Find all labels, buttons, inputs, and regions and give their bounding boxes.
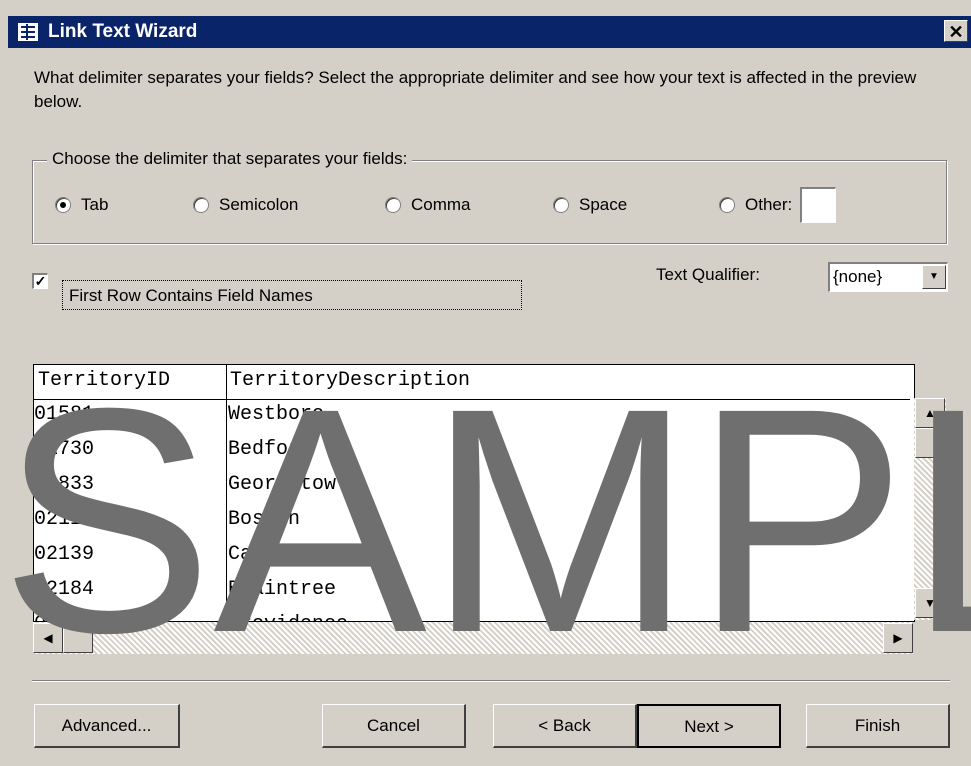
text-qualifier-select[interactable]: {none} ▼	[828, 262, 948, 292]
cell-description: Boston	[228, 508, 301, 531]
app-icon	[18, 23, 38, 41]
cell-id: 02139	[34, 543, 95, 566]
radio-semicolon-circle[interactable]	[193, 197, 209, 213]
text-qualifier-value: {none}	[833, 267, 883, 286]
window-title: Link Text Wizard	[48, 21, 198, 42]
cell-description: Providence	[228, 613, 348, 621]
close-button[interactable]: ✕	[944, 20, 968, 42]
cell-description: Cambridge	[228, 543, 337, 566]
scroll-right-icon[interactable]: ▶	[883, 623, 913, 653]
radio-tab-circle[interactable]	[55, 197, 71, 213]
radio-space-label: Space	[579, 195, 628, 214]
first-row-checkbox-label: First Row Contains Field Names	[62, 280, 522, 310]
delimiter-groupbox: Choose the delimiter that separates your…	[32, 149, 947, 244]
preview-grid: TerritoryID TerritoryDescription 01581 W…	[33, 364, 915, 622]
radio-comma-circle[interactable]	[385, 197, 401, 213]
radio-space[interactable]: Space	[553, 195, 627, 215]
cell-id: 02903	[34, 613, 94, 621]
scroll-left-icon[interactable]: ◀	[33, 623, 63, 653]
cell-id: 02184	[34, 578, 95, 601]
instructions-text: What delimiter separates your fields? Se…	[34, 68, 917, 111]
cell-description: Bedford	[228, 438, 313, 461]
advanced-button[interactable]: Advanced...	[34, 704, 180, 748]
cell-description: Westboro	[228, 403, 325, 426]
cell-id: 02116	[34, 508, 95, 531]
title-bar: Link Text Wizard ✕	[8, 16, 971, 48]
first-row-checkbox[interactable]: ✓	[32, 273, 48, 289]
cell-description: Braintree	[228, 578, 337, 601]
first-row-checkbox-row[interactable]: ✓ First Row Contains Field Names	[32, 262, 522, 310]
finish-button[interactable]: Finish	[806, 704, 950, 748]
radio-comma-label: Comma	[411, 195, 471, 214]
cell-description: Georgetow	[228, 473, 337, 496]
text-qualifier-label: Text Qualifier:	[656, 265, 760, 284]
radio-other[interactable]: Other:	[719, 187, 837, 223]
radio-tab-label: Tab	[81, 195, 109, 214]
vertical-scroll-thumb[interactable]	[915, 428, 945, 458]
next-button[interactable]: Next >	[637, 704, 781, 748]
radio-tab[interactable]: Tab	[55, 195, 108, 215]
radio-other-circle[interactable]	[719, 197, 735, 213]
horizontal-scroll-thumb[interactable]	[63, 623, 93, 653]
radio-space-circle[interactable]	[553, 197, 569, 213]
radio-semicolon-label: Semicolon	[219, 195, 299, 214]
chevron-down-icon[interactable]: ▼	[922, 265, 946, 289]
cell-id: 01833	[34, 473, 95, 496]
cancel-button[interactable]: Cancel	[322, 704, 466, 748]
horizontal-scrollbar[interactable]: ◀ ▶	[33, 622, 913, 654]
preview-header-row: TerritoryID TerritoryDescription	[34, 365, 910, 400]
column-separator	[226, 365, 227, 621]
radio-other-label: Other:	[745, 195, 793, 214]
header-territory-id: TerritoryID	[38, 369, 171, 392]
divider	[32, 680, 950, 681]
cell-id: 01581	[34, 403, 95, 426]
cell-id: 01730	[34, 438, 95, 461]
other-delimiter-input[interactable]	[800, 187, 837, 223]
vertical-scrollbar[interactable]: ▲ ▼	[914, 398, 946, 620]
header-territory-description: TerritoryDescription	[230, 369, 471, 392]
scroll-up-icon[interactable]: ▲	[915, 398, 945, 428]
delimiter-group-legend: Choose the delimiter that separates your…	[47, 149, 413, 169]
radio-comma[interactable]: Comma	[385, 195, 471, 215]
scroll-down-icon[interactable]: ▼	[915, 588, 945, 618]
radio-semicolon[interactable]: Semicolon	[193, 195, 298, 215]
back-button[interactable]: < Back	[493, 704, 637, 748]
